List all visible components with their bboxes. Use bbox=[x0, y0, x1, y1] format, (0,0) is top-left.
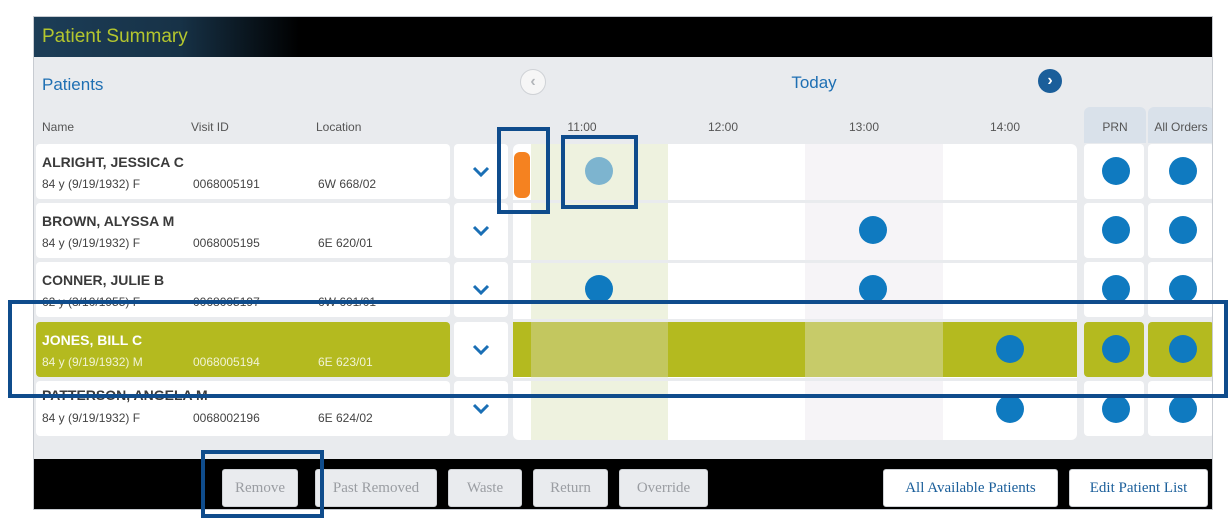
patient-name: CONNER, JULIE B bbox=[42, 272, 165, 288]
next-day-button[interactable]: › bbox=[1038, 69, 1062, 93]
prn-dose-icon[interactable] bbox=[1102, 157, 1130, 185]
patients-heading: Patients bbox=[42, 75, 104, 94]
patient-visit-id: 0068005195 bbox=[193, 236, 260, 250]
patient-details: 84 y (9/19/1932) F bbox=[42, 411, 141, 425]
prn-header[interactable]: PRN bbox=[1084, 107, 1146, 143]
scheduled-dose-icon[interactable] bbox=[859, 275, 887, 303]
all-orders-icon[interactable] bbox=[1169, 157, 1197, 185]
all-available-patients-button[interactable]: All Available Patients bbox=[883, 469, 1058, 507]
page-title: Patient Summary bbox=[42, 26, 188, 47]
patient-row[interactable]: BROWN, ALYSSA M 84 y (9/19/1932) F 00680… bbox=[36, 203, 450, 258]
return-button[interactable]: Return bbox=[533, 469, 608, 507]
highlight-box bbox=[8, 300, 1228, 398]
scheduled-dose-icon[interactable] bbox=[585, 275, 613, 303]
all-orders-icon[interactable] bbox=[1169, 275, 1197, 303]
patient-location: 6E 620/01 bbox=[318, 236, 373, 250]
patient-row[interactable]: ALRIGHT, JESSICA C 84 y (9/19/1932) F 00… bbox=[36, 144, 450, 199]
all-orders-icon[interactable] bbox=[1169, 395, 1197, 423]
all-orders-icon[interactable] bbox=[1169, 216, 1197, 244]
prn-header-label: PRN bbox=[1102, 120, 1128, 134]
time-header: 14:00 bbox=[989, 120, 1021, 134]
override-button[interactable]: Override bbox=[619, 469, 708, 507]
edit-patient-list-button[interactable]: Edit Patient List bbox=[1069, 469, 1208, 507]
previous-day-button[interactable]: ‹ bbox=[520, 69, 546, 95]
all-orders-header[interactable]: All Orders bbox=[1148, 107, 1212, 143]
prn-dose-icon[interactable] bbox=[1102, 216, 1130, 244]
patient-visit-id: 0068002196 bbox=[193, 411, 260, 425]
highlight-box bbox=[561, 135, 638, 209]
prn-dose-icon[interactable] bbox=[1102, 395, 1130, 423]
row-separator bbox=[513, 260, 1077, 263]
patient-location: 6W 668/02 bbox=[318, 177, 377, 191]
chevron-right-icon: › bbox=[1047, 72, 1053, 89]
waste-button[interactable]: Waste bbox=[448, 469, 522, 507]
column-header-name[interactable]: Name bbox=[42, 120, 74, 134]
time-header: 12:00 bbox=[707, 120, 739, 134]
patient-name: ALRIGHT, JESSICA C bbox=[42, 154, 184, 170]
chevron-down-icon bbox=[472, 225, 490, 236]
title-bar: Patient Summary bbox=[34, 17, 1212, 57]
time-header: 13:00 bbox=[848, 120, 880, 134]
scheduled-dose-icon[interactable] bbox=[859, 216, 887, 244]
highlight-box bbox=[497, 127, 550, 214]
time-header: 11:00 bbox=[567, 120, 597, 134]
highlight-box bbox=[201, 450, 324, 518]
chevron-down-icon bbox=[472, 284, 490, 295]
all-orders-header-label: All Orders bbox=[1154, 120, 1208, 134]
scheduled-dose-icon[interactable] bbox=[996, 395, 1024, 423]
patient-summary-window: Patient Summary Patients ‹ Today › Name … bbox=[33, 16, 1213, 510]
chevron-left-icon: ‹ bbox=[530, 73, 536, 90]
patient-name: BROWN, ALYSSA M bbox=[42, 213, 175, 229]
patient-details: 84 y (9/19/1932) F bbox=[42, 236, 141, 250]
column-header-visit-id[interactable]: Visit ID bbox=[191, 120, 229, 134]
patient-location: 6E 624/02 bbox=[318, 411, 373, 425]
chevron-down-icon bbox=[472, 403, 490, 414]
chevron-down-icon bbox=[472, 166, 490, 177]
patient-visit-id: 0068005191 bbox=[193, 177, 260, 191]
prn-dose-icon[interactable] bbox=[1102, 275, 1130, 303]
column-header-location[interactable]: Location bbox=[316, 120, 361, 134]
past-removed-button[interactable]: Past Removed bbox=[315, 469, 437, 507]
day-label: Today bbox=[791, 73, 837, 92]
patient-details: 84 y (9/19/1932) F bbox=[42, 177, 141, 191]
